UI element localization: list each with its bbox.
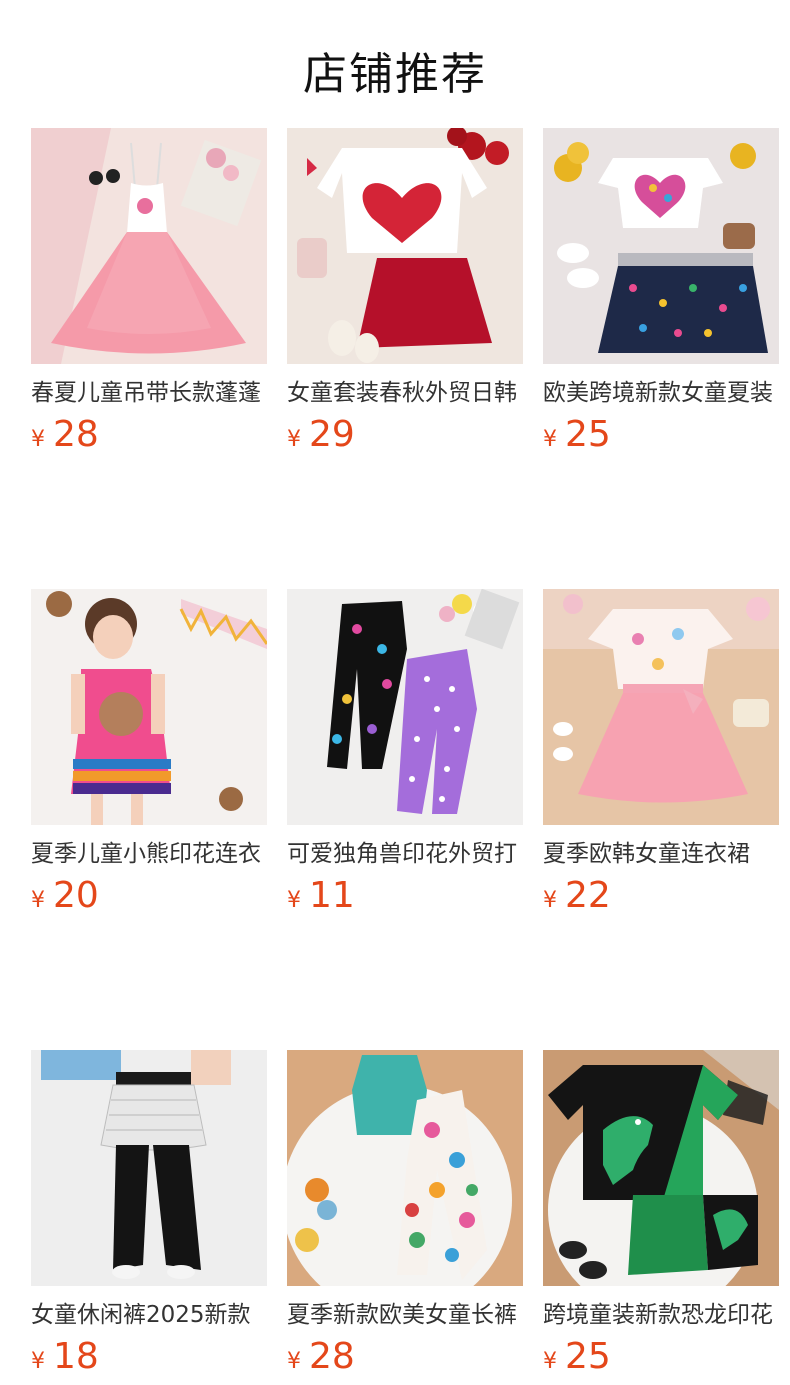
product-title[interactable]: 女童休闲裤2025新款 [31, 1299, 267, 1331]
product-grid: 春夏儿童吊带长款蓬蓬 ¥28 女童套装春秋外贸日韩 ¥29 欧美跨境新款女童夏装… [31, 128, 779, 1379]
product-image[interactable] [31, 589, 267, 825]
product-title[interactable]: 春夏儿童吊带长款蓬蓬 [31, 377, 267, 409]
product-price: ¥29 [287, 413, 523, 457]
price-value: 20 [53, 875, 99, 916]
product-title[interactable]: 夏季新款欧美女童长裤 [287, 1299, 523, 1331]
currency-symbol: ¥ [543, 427, 557, 452]
currency-symbol: ¥ [287, 1349, 301, 1374]
price-value: 11 [309, 875, 355, 916]
product-price: ¥11 [287, 874, 523, 918]
page-title: 店铺推荐 [303, 49, 487, 100]
price-value: 25 [565, 414, 611, 455]
product-title[interactable]: 女童套装春秋外贸日韩 [287, 377, 523, 409]
product-card[interactable]: 夏季儿童小熊印花连衣 ¥20 [31, 589, 267, 918]
price-value: 28 [309, 1336, 355, 1377]
price-value: 28 [53, 414, 99, 455]
product-title[interactable]: 跨境童装新款恐龙印花 [543, 1299, 779, 1331]
product-price: ¥28 [287, 1335, 523, 1379]
product-card[interactable]: 夏季新款欧美女童长裤 ¥28 [287, 1050, 523, 1379]
price-value: 29 [309, 414, 355, 455]
product-image[interactable] [543, 589, 779, 825]
product-card[interactable]: 春夏儿童吊带长款蓬蓬 ¥28 [31, 128, 267, 457]
currency-symbol: ¥ [31, 888, 45, 913]
product-title[interactable]: 夏季欧韩女童连衣裙 [543, 838, 779, 870]
product-image[interactable] [31, 128, 267, 364]
product-title[interactable]: 夏季儿童小熊印花连衣 [31, 838, 267, 870]
currency-symbol: ¥ [287, 888, 301, 913]
product-image[interactable] [287, 589, 523, 825]
product-image[interactable] [31, 1050, 267, 1286]
product-card[interactable]: 可爱独角兽印花外贸打 ¥11 [287, 589, 523, 918]
product-price: ¥25 [543, 413, 779, 457]
product-price: ¥28 [31, 413, 267, 457]
product-price: ¥18 [31, 1335, 267, 1379]
product-image[interactable] [543, 1050, 779, 1286]
product-image[interactable] [287, 128, 523, 364]
product-price: ¥25 [543, 1335, 779, 1379]
product-image[interactable] [543, 128, 779, 364]
product-card[interactable]: 欧美跨境新款女童夏装 ¥25 [543, 128, 779, 457]
product-price: ¥22 [543, 874, 779, 918]
product-title[interactable]: 可爱独角兽印花外贸打 [287, 838, 523, 870]
price-value: 22 [565, 875, 611, 916]
product-image[interactable] [287, 1050, 523, 1286]
product-title[interactable]: 欧美跨境新款女童夏装 [543, 377, 779, 409]
product-price: ¥20 [31, 874, 267, 918]
product-card[interactable]: 跨境童装新款恐龙印花 ¥25 [543, 1050, 779, 1379]
currency-symbol: ¥ [543, 1349, 557, 1374]
currency-symbol: ¥ [31, 1349, 45, 1374]
price-value: 25 [565, 1336, 611, 1377]
product-card[interactable]: 女童套装春秋外贸日韩 ¥29 [287, 128, 523, 457]
price-value: 18 [53, 1336, 99, 1377]
product-card[interactable]: 夏季欧韩女童连衣裙 ¥22 [543, 589, 779, 918]
currency-symbol: ¥ [543, 888, 557, 913]
product-card[interactable]: 女童休闲裤2025新款 ¥18 [31, 1050, 267, 1379]
currency-symbol: ¥ [287, 427, 301, 452]
page-header: 店铺推荐 [0, 0, 790, 128]
currency-symbol: ¥ [31, 427, 45, 452]
